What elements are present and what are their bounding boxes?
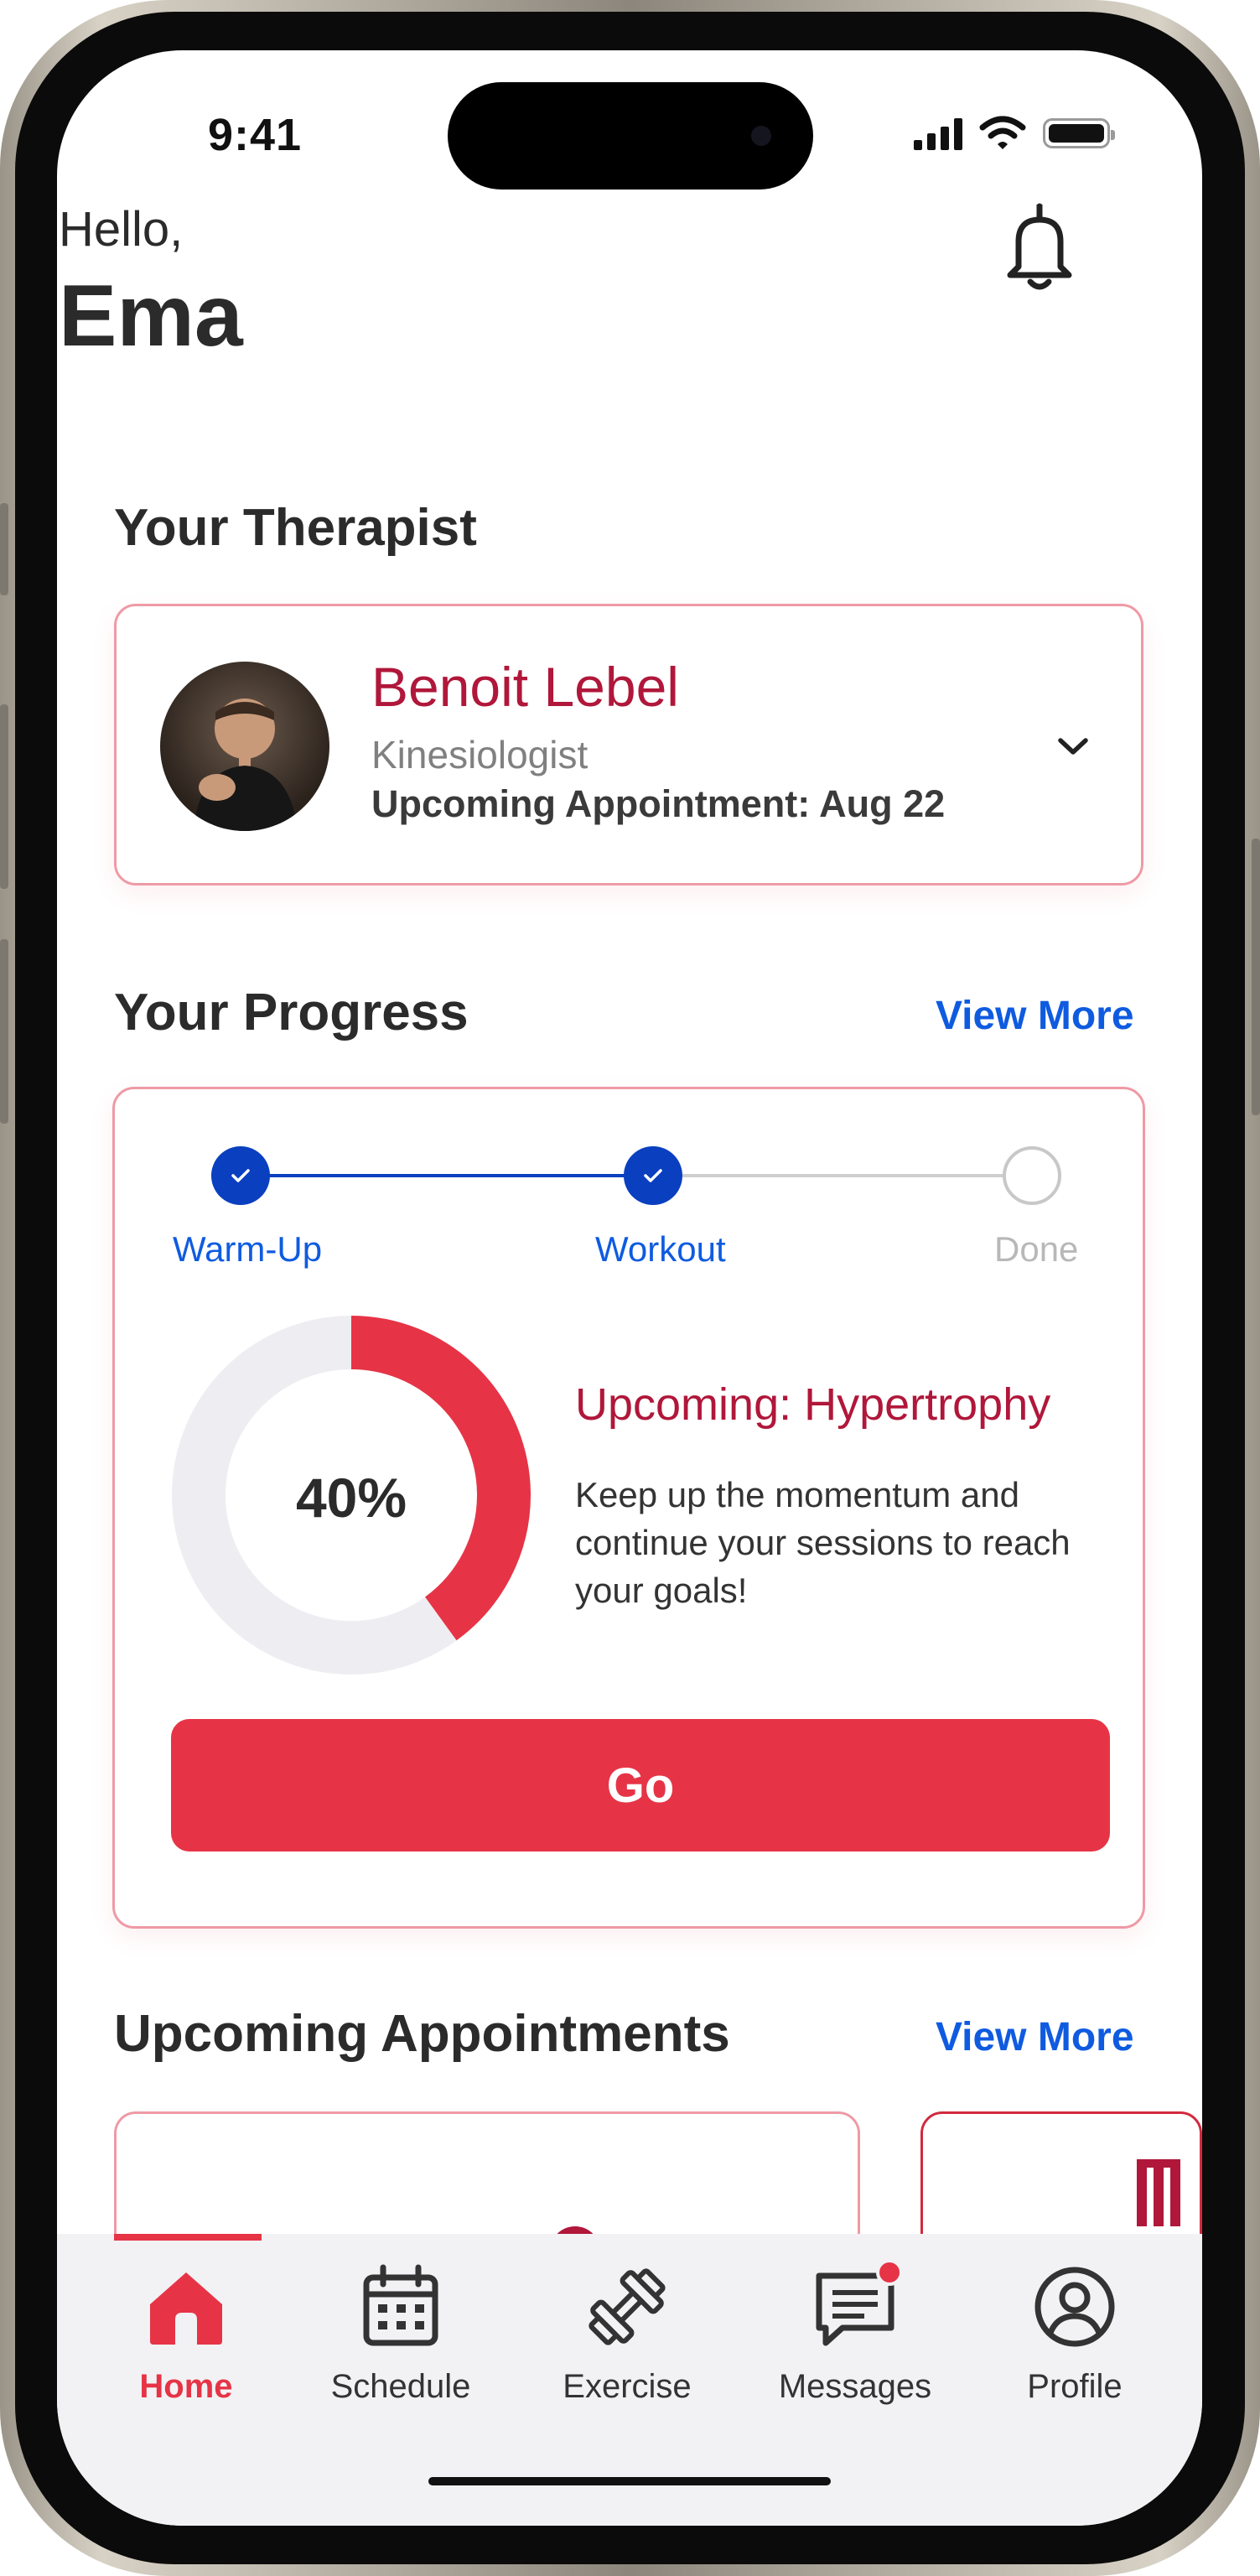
active-tab-indicator — [114, 2234, 262, 2241]
progress-section-title: Your Progress — [114, 984, 469, 1041]
unread-badge — [876, 2261, 901, 2286]
check-icon — [644, 1169, 662, 1182]
step-workout-check — [624, 1146, 682, 1205]
status-time: 9:41 — [208, 110, 303, 160]
step-label-workout: Workout — [595, 1229, 726, 1269]
step-connector-pending — [681, 1174, 1033, 1177]
battery-icon — [1043, 118, 1115, 148]
therapist-name: Benoit Lebel — [371, 656, 679, 718]
wifi-icon — [979, 116, 1026, 149]
step-warmup-check — [211, 1146, 270, 1205]
therapist-card[interactable]: Benoit Lebel Kinesiologist Upcoming Appo… — [114, 604, 1143, 886]
home-indicator — [428, 2477, 831, 2485]
therapist-role: Kinesiologist — [371, 733, 589, 776]
therapist-appointment: Upcoming Appointment: Aug 22 — [371, 782, 946, 825]
camera-icon — [751, 126, 771, 146]
home-icon — [150, 2272, 222, 2345]
progress-percent: 40% — [295, 1467, 407, 1529]
status-icons — [914, 116, 1115, 151]
tab-label-schedule: Schedule — [330, 2368, 471, 2405]
tab-profile[interactable]: Profile — [983, 2261, 1167, 2406]
upcoming-session-title: Upcoming: Hypertrophy — [575, 1379, 1051, 1430]
tab-label-exercise: Exercise — [563, 2368, 692, 2405]
volume-down-button — [0, 939, 8, 1124]
notification-bell-icon[interactable] — [1002, 201, 1077, 293]
check-icon — [231, 1169, 250, 1182]
calendar-icon — [363, 2264, 438, 2346]
user-name: Ema — [59, 267, 243, 365]
appointments-view-more-link[interactable]: View More — [936, 2014, 1134, 2060]
chevron-down-icon[interactable] — [1054, 727, 1092, 766]
profile-icon — [1034, 2267, 1115, 2347]
message-icon — [816, 2261, 901, 2346]
tab-label-home: Home — [139, 2368, 233, 2405]
dumbbell-icon — [589, 2268, 666, 2345]
tab-label-messages: Messages — [778, 2368, 932, 2405]
tab-label-profile: Profile — [1027, 2368, 1123, 2405]
action-button — [0, 503, 8, 595]
progress-view-more-link[interactable]: View More — [936, 993, 1134, 1039]
appointments-section-title: Upcoming Appointments — [114, 2005, 730, 2063]
power-button — [1252, 839, 1260, 1115]
tab-schedule[interactable]: Schedule — [309, 2261, 493, 2406]
volume-up-button — [0, 704, 8, 889]
cellular-signal-icon — [914, 117, 962, 150]
appointment-card-logo-icon — [1137, 2159, 1180, 2226]
step-connector-complete — [268, 1174, 637, 1177]
greeting-hello: Hello, — [59, 202, 184, 257]
tab-home[interactable]: Home — [94, 2261, 278, 2406]
tab-exercise[interactable]: Exercise — [535, 2261, 719, 2406]
step-label-done: Done — [994, 1229, 1079, 1269]
step-label-warmup: Warm-Up — [173, 1229, 323, 1269]
step-done-circle — [1003, 1146, 1061, 1205]
therapist-avatar — [160, 662, 329, 831]
go-button[interactable]: Go — [171, 1719, 1110, 1852]
therapist-section-title: Your Therapist — [114, 499, 477, 557]
upcoming-session-description: Keep up the momentum and continue your s… — [575, 1475, 1071, 1610]
tab-messages[interactable]: Messages — [763, 2261, 947, 2406]
dynamic-island — [448, 82, 813, 190]
